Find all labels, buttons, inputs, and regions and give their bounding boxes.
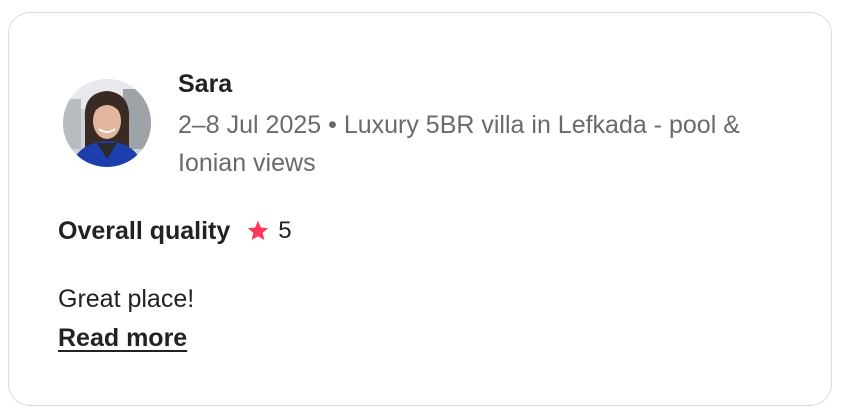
avatar-photo	[63, 79, 151, 167]
rating-row: Overall quality 5	[58, 213, 292, 249]
rating-value: 5	[278, 217, 292, 244]
review-card: Sara 2–8 Jul 2025 • Luxury 5BR villa in …	[8, 12, 832, 406]
stay-info: 2–8 Jul 2025 • Luxury 5BR villa in Lefka…	[178, 111, 740, 177]
review-text: Great place!	[58, 285, 195, 313]
rating-label: Overall quality	[58, 216, 231, 245]
read-more-link[interactable]: Read more	[58, 322, 187, 354]
star-icon	[246, 219, 270, 243]
reviewer-name: Sara	[178, 70, 233, 98]
reviewer-avatar[interactable]	[63, 79, 151, 167]
